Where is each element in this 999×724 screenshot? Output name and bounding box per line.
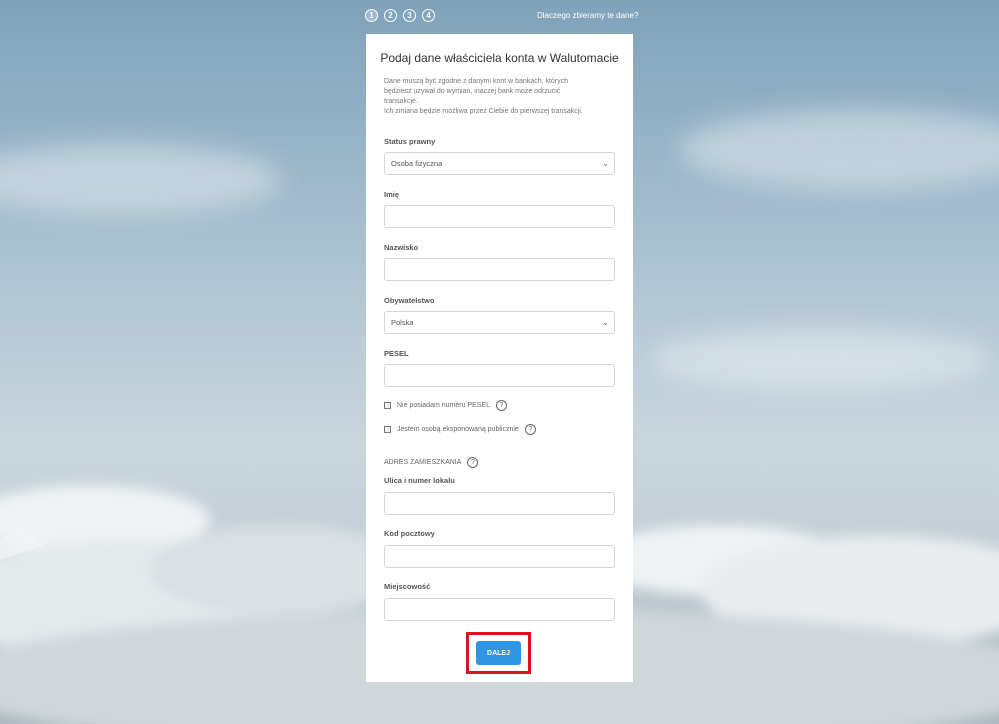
pesel-input[interactable]: [384, 364, 615, 387]
address-section-label: ADRES ZAMIESZKANIA: [384, 459, 462, 466]
help-icon[interactable]: ?: [496, 400, 507, 411]
pep-label: Jestem osobą eksponowaną publicznie: [397, 426, 519, 433]
help-icon[interactable]: ?: [524, 424, 536, 435]
citizenship-select[interactable]: Polska ⌄: [384, 311, 615, 334]
pesel-label: PESEL: [384, 349, 409, 358]
street-label: Ulica i numer lokalu: [384, 476, 455, 485]
address-section-heading: ADRES ZAMIESZKANIA ?: [384, 457, 479, 468]
citizenship-label: Obywatelstwo: [384, 296, 435, 305]
city-input[interactable]: [384, 598, 615, 621]
step-3[interactable]: 3: [403, 9, 416, 22]
submit-highlight-frame: DALEJ: [466, 632, 531, 674]
status-label: Status prawny: [384, 137, 436, 146]
status-select[interactable]: Osoba fizyczna ⌄: [384, 152, 615, 175]
intro-line-1: Dane muszą być zgodne z danymi kont w ba…: [384, 78, 569, 85]
no-pesel-checkbox[interactable]: [384, 402, 391, 409]
form-title: Podaj dane właściciela konta w Walutomac…: [380, 51, 619, 65]
intro-line-2: będziesz używał do wymian, inaczej bank …: [384, 88, 561, 95]
step-1[interactable]: 1: [365, 9, 378, 22]
intro-line-3: transakcje.: [384, 98, 418, 105]
citizenship-value: Polska: [391, 318, 414, 327]
step-4[interactable]: 4: [422, 9, 435, 22]
intro-line-4: Ich zmiana będzie możliwa przez Ciebie d…: [384, 108, 583, 115]
street-input[interactable]: [384, 492, 615, 515]
owner-details-form: Podaj dane właściciela konta w Walutomac…: [366, 34, 633, 682]
postal-code-label: Kod pocztowy: [384, 529, 435, 538]
form-intro: Dane muszą być zgodne z danymi kont w ba…: [384, 77, 614, 117]
pep-checkbox[interactable]: [384, 426, 391, 433]
postal-code-input[interactable]: [384, 545, 615, 568]
status-value: Osoba fizyczna: [391, 159, 443, 168]
first-name-input[interactable]: [384, 205, 615, 228]
chevron-down-icon: ⌄: [602, 159, 609, 168]
no-pesel-row: Nie posiadam numeru PESEL ?: [384, 400, 507, 411]
chevron-down-icon: ⌄: [602, 318, 609, 327]
submit-button[interactable]: DALEJ: [476, 641, 521, 665]
step-2[interactable]: 2: [384, 9, 397, 22]
first-name-label: Imię: [384, 190, 400, 199]
last-name-label: Nazwisko: [384, 243, 419, 252]
step-indicator: 1 2 3 4: [365, 9, 435, 22]
help-icon[interactable]: ?: [467, 457, 479, 468]
pep-row: Jestem osobą eksponowaną publicznie ?: [384, 424, 536, 435]
city-label: Miejscowość: [384, 582, 431, 591]
last-name-input[interactable]: [384, 258, 615, 281]
why-we-collect-data-link[interactable]: Dlaczego zbieramy te dane?: [537, 11, 638, 20]
no-pesel-label: Nie posiadam numeru PESEL: [397, 402, 490, 409]
